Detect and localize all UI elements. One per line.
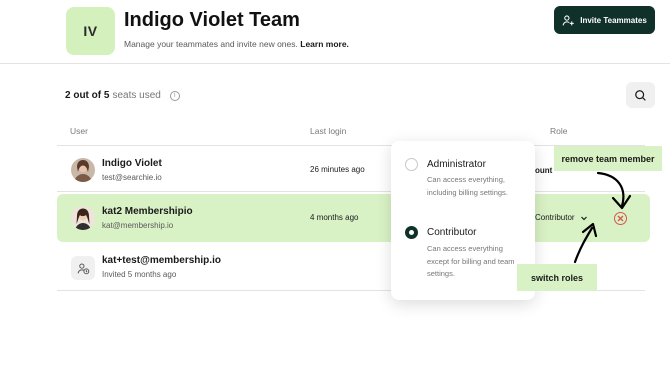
user-email: kat@membership.io (102, 221, 174, 230)
avatar (71, 206, 95, 230)
role-dropdown-menu: Administrator Can access everything, inc… (391, 141, 535, 300)
learn-more-link[interactable]: Learn more. (300, 39, 349, 49)
user-email: test@searchie.io (102, 173, 162, 182)
option-description-administrator: Can access everything, including billing… (427, 175, 508, 197)
subtitle-text: Manage your teammates and invite new one… (124, 39, 298, 49)
close-icon (617, 215, 624, 222)
user-name: Indigo Violet (102, 158, 162, 169)
option-title-contributor[interactable]: Contributor (427, 227, 476, 238)
remove-member-button[interactable] (614, 212, 627, 225)
administrator-radio[interactable] (405, 158, 418, 171)
page-title: Indigo Violet Team (124, 9, 300, 31)
invited-user-avatar (71, 256, 95, 280)
team-avatar: IV (66, 7, 115, 55)
user-role: ount (535, 166, 553, 175)
page-subtitle: Manage your teammates and invite new one… (124, 39, 349, 49)
column-header-last-login: Last login (310, 126, 347, 136)
contributor-radio[interactable] (405, 226, 418, 239)
column-header-user: User (70, 126, 88, 136)
info-icon[interactable]: i (169, 90, 180, 101)
header-divider (0, 63, 670, 64)
invite-teammates-button[interactable]: Invite Teammates (554, 6, 655, 34)
avatar (71, 158, 95, 182)
invite-status: Invited 5 months ago (102, 270, 177, 279)
column-header-role: Role (550, 126, 568, 136)
remove-member-callout: remove team member (554, 146, 662, 171)
search-button[interactable] (626, 82, 655, 108)
seats-suffix: seats used (112, 90, 161, 101)
user-name: kat2 Membershipio (102, 206, 193, 217)
search-icon (635, 89, 646, 101)
invite-teammates-label: Invite Teammates (580, 15, 647, 25)
user-name: kat+test@membership.io (102, 255, 221, 266)
table-row[interactable]: kat2 Membershipio kat@membership.io 4 mo… (57, 194, 650, 242)
user-last-login: 4 months ago (310, 213, 359, 222)
seats-count: 2 out of 5 (65, 90, 110, 101)
chevron-down-icon (580, 216, 587, 220)
role-select-value: Contributor (535, 213, 575, 222)
add-user-icon (562, 14, 574, 25)
user-pending-icon (77, 262, 89, 274)
option-title-administrator[interactable]: Administrator (427, 159, 486, 170)
user-last-login: 26 minutes ago (310, 165, 365, 174)
seats-usage: 2 out of 5 seats used i (65, 90, 180, 101)
role-select[interactable]: Contributor (535, 213, 588, 222)
option-description-contributor: Can access everything except for billing… (427, 244, 515, 278)
switch-roles-callout: switch roles (517, 264, 597, 291)
